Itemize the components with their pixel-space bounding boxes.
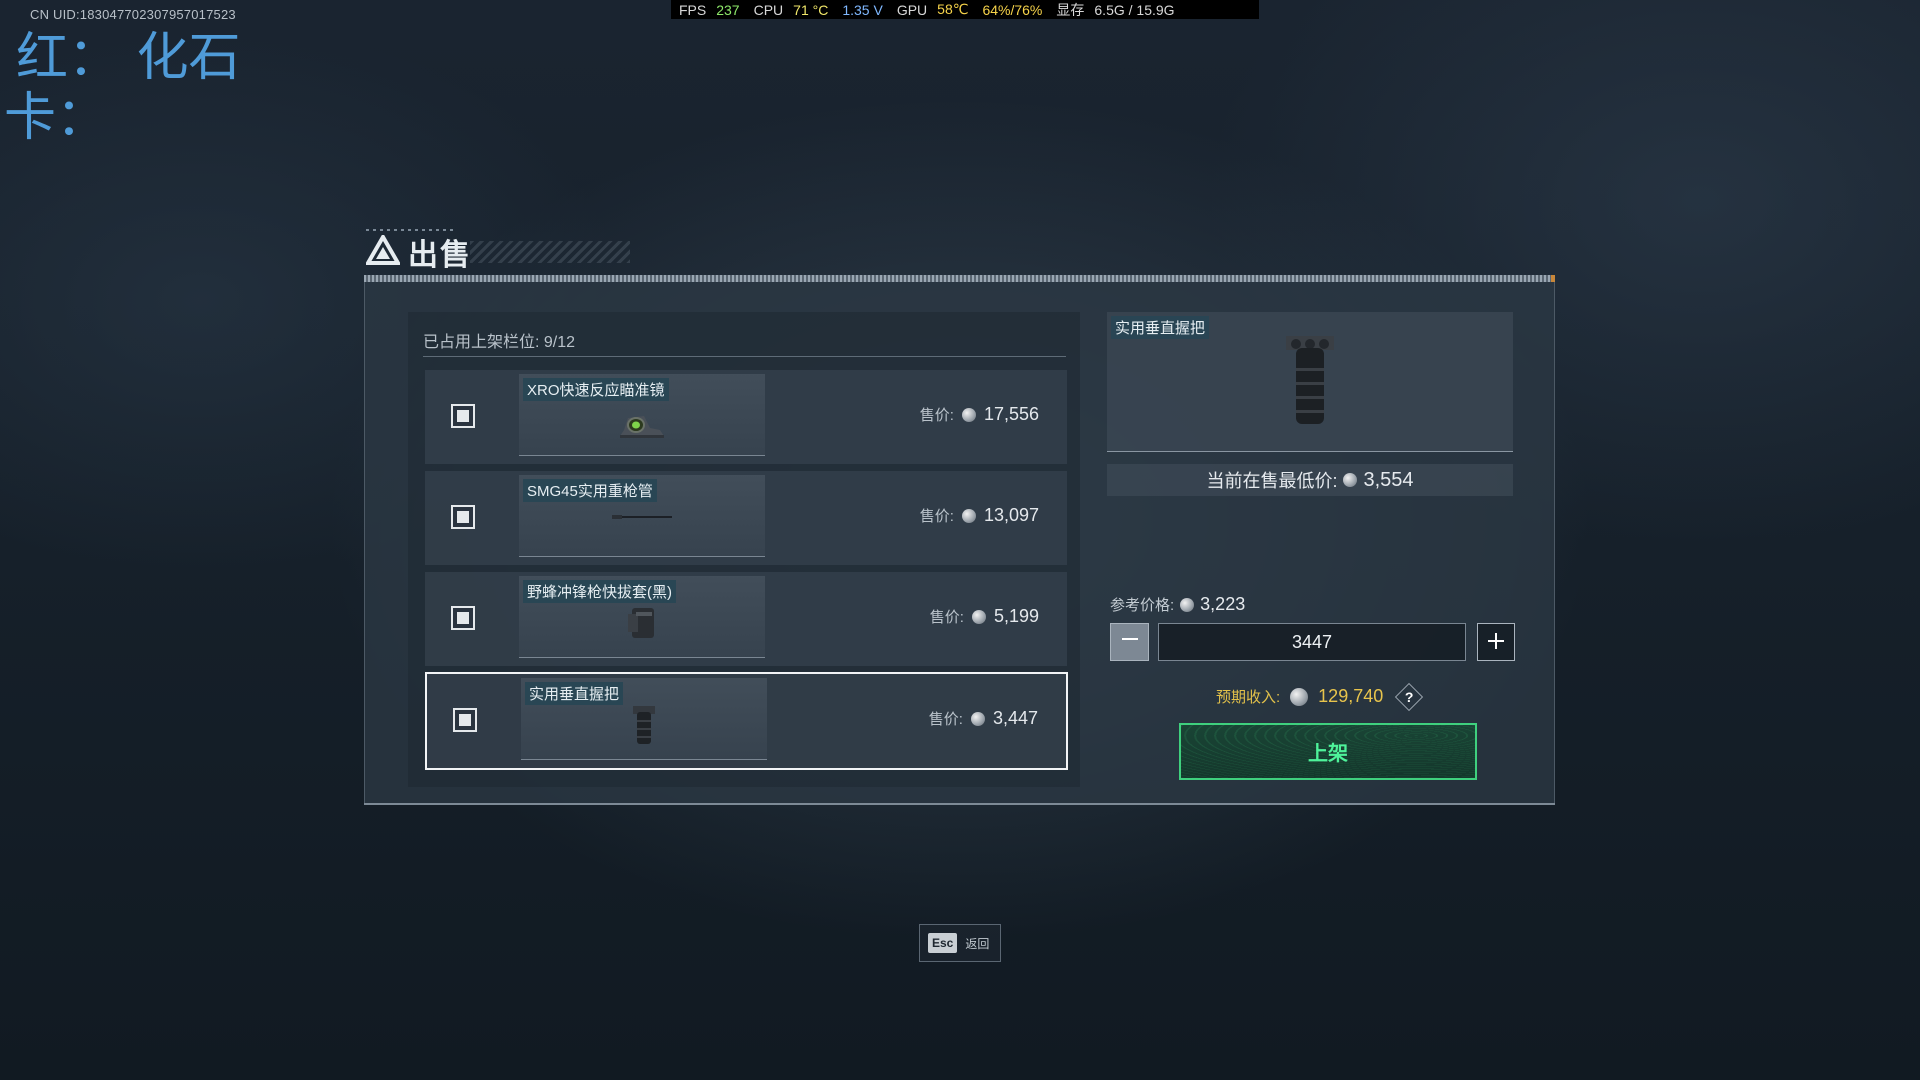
item-checkbox[interactable] — [453, 708, 477, 732]
item-name: SMG45实用重枪管 — [523, 479, 657, 502]
price-value: 3,447 — [992, 708, 1038, 728]
expected-income: 预期收入: 129,740 ? — [1216, 682, 1424, 711]
item-price: 售价: 5,199 — [930, 606, 1039, 627]
plus-icon — [1486, 628, 1506, 656]
grip-icon — [629, 704, 659, 753]
cpu-label: CPU — [753, 1, 784, 18]
item-checkbox[interactable] — [451, 606, 475, 630]
coin-icon — [1180, 597, 1195, 612]
list-item[interactable]: SMG45实用重枪管 售价: 13,097 — [425, 471, 1067, 565]
price-label: 售价: — [919, 508, 954, 525]
back-label: 返回 — [965, 936, 990, 951]
item-thumbnail: SMG45实用重枪管 — [519, 475, 765, 557]
cpu-temp: 71 °C — [793, 1, 829, 18]
decrease-button[interactable] — [1110, 623, 1149, 661]
coin-icon — [1290, 687, 1309, 706]
item-price: 售价: 17,556 — [920, 404, 1039, 425]
item-price: 售价: 13,097 — [920, 505, 1039, 526]
reference-price-label: 参考价格: — [1110, 597, 1175, 614]
cpu-volt: 1.35 V — [842, 1, 883, 18]
price-label: 售价: — [929, 609, 964, 626]
price-value: 17,556 — [983, 404, 1039, 424]
reference-price-value: 3,223 — [1200, 594, 1246, 614]
item-price: 售价: 3,447 — [929, 708, 1038, 729]
coin-icon — [970, 711, 985, 726]
reference-price: 参考价格: 3,223 — [1110, 594, 1245, 615]
coin-icon — [1343, 473, 1358, 487]
slots-label: 已占用上架栏位: 9/12 — [423, 334, 576, 351]
scope-icon — [614, 410, 670, 447]
overlay-line-1: 红： 化石 — [16, 28, 241, 88]
dialog-title: 出售 — [408, 239, 472, 272]
item-checkbox[interactable] — [451, 404, 475, 428]
title-divider — [364, 275, 1555, 282]
gpu-usage: 64%/76% — [982, 1, 1043, 18]
list-item[interactable]: 野蜂冲锋枪快拔套(黑) 售价: 5,199 — [425, 572, 1067, 666]
coin-icon — [961, 508, 976, 523]
list-for-sale-button[interactable]: 上架 — [1179, 723, 1477, 780]
esc-key: Esc — [928, 933, 958, 953]
item-thumbnail: 野蜂冲锋枪快拔套(黑) — [519, 576, 765, 658]
lowest-price-value: 3,554 — [1363, 468, 1414, 491]
increase-button[interactable] — [1477, 623, 1515, 661]
income-value: 129,740 — [1318, 686, 1384, 706]
price-label: 售价: — [919, 407, 954, 424]
income-label: 预期收入: — [1216, 689, 1281, 706]
dialog-bottom-border — [364, 803, 1555, 805]
coin-icon — [971, 609, 986, 624]
minus-icon — [1120, 629, 1140, 655]
list-item[interactable]: XRO快速反应瞄准镜 售价: 17,556 — [425, 370, 1067, 464]
price-label: 售价: — [928, 711, 963, 728]
holster-icon — [622, 604, 662, 649]
price-value: 13,097 — [983, 505, 1039, 525]
item-thumbnail: XRO快速反应瞄准镜 — [519, 374, 765, 456]
item-name: 野蜂冲锋枪快拔套(黑) — [523, 580, 676, 603]
title-stripes — [470, 241, 630, 263]
dialog-header: 出售 — [364, 230, 472, 274]
list-item-selected[interactable]: 实用垂直握把 售价: 3,447 — [425, 672, 1068, 770]
lowest-price-label: 当前在售最低价: — [1206, 471, 1338, 491]
help-icon[interactable]: ? — [1395, 682, 1424, 711]
barrel-icon — [610, 509, 674, 527]
item-name: 实用垂直握把 — [525, 682, 624, 705]
fps-value: 237 — [716, 1, 740, 18]
vram-label: 显存 — [1056, 1, 1085, 18]
coin-icon — [961, 407, 976, 422]
grip-icon — [1282, 334, 1338, 435]
gpu-label: GPU — [896, 1, 928, 18]
preview-item-name: 实用垂直握把 — [1111, 316, 1210, 339]
overlay-line-2: 卡： — [4, 88, 109, 148]
price-input[interactable] — [1158, 623, 1466, 661]
item-preview: 实用垂直握把 — [1107, 312, 1513, 452]
gpu-temp: 58℃ — [937, 1, 969, 17]
performance-overlay: FPS 237 CPU 71 °C 1.35 V GPU 58℃ 64%/76%… — [671, 0, 1259, 19]
price-value: 5,199 — [993, 606, 1039, 626]
esc-back-button[interactable]: Esc 返回 — [919, 924, 1001, 962]
item-name: XRO快速反应瞄准镜 — [523, 378, 669, 401]
triangle-logo-icon — [364, 232, 402, 270]
uid-label: CN UID:183047702307957017523 — [30, 7, 236, 22]
item-checkbox[interactable] — [451, 505, 475, 529]
fps-label: FPS — [679, 1, 707, 18]
lowest-price: 当前在售最低价: 3,554 — [1107, 464, 1513, 496]
item-thumbnail: 实用垂直握把 — [521, 678, 767, 760]
vram-value: 6.5G / 15.9G — [1094, 1, 1175, 18]
slots-divider — [423, 356, 1066, 357]
